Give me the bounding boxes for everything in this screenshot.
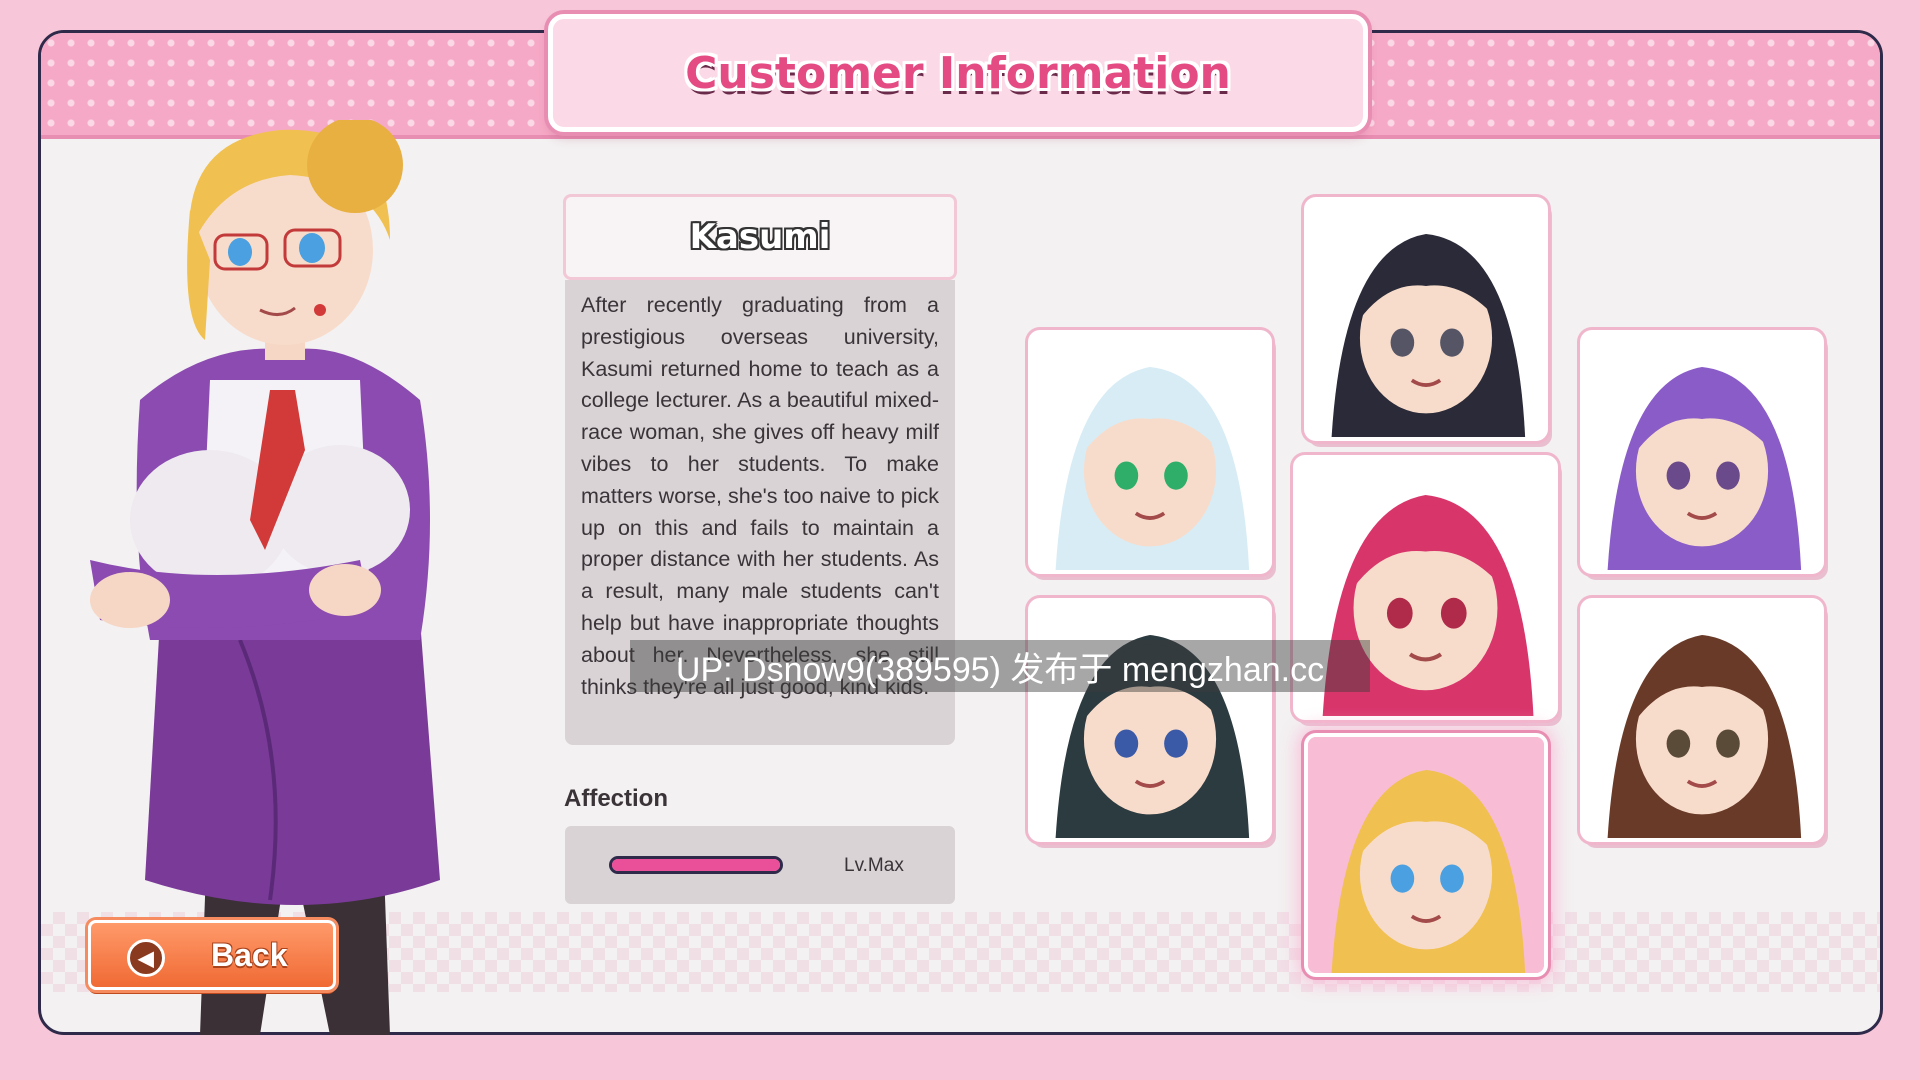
affection-panel: Lv.Max <box>565 826 955 904</box>
portrait-face <box>1308 201 1544 437</box>
portrait-purple-hair[interactable] <box>1580 330 1824 574</box>
portrait-white-hair[interactable] <box>1028 330 1272 574</box>
portrait-face <box>1584 334 1820 570</box>
portrait-kasumi[interactable] <box>1304 733 1548 977</box>
title-plate: Customer Information <box>548 14 1368 132</box>
portrait-police[interactable] <box>1304 197 1548 441</box>
affection-level: Lv.Max <box>844 855 904 876</box>
portrait-dark-teal[interactable] <box>1028 598 1272 842</box>
character-illustration <box>90 117 510 1035</box>
character-name: Kasumi <box>689 217 831 257</box>
watermark-text: UP: Dsnow9(389595) 发布于 mengzhan.cc <box>675 650 1325 689</box>
character-name-plate: Kasumi <box>563 194 957 280</box>
affection-label: Affection <box>564 785 668 812</box>
affection-bar-fill <box>612 859 780 871</box>
affection-bar <box>609 856 783 874</box>
back-button[interactable]: ◀ Back <box>88 920 336 990</box>
portrait-face <box>1032 334 1268 570</box>
page-title: Customer Information <box>685 47 1231 99</box>
portrait-face <box>1308 737 1544 973</box>
watermark: UP: Dsnow9(389595) 发布于 mengzhan.cc <box>630 640 1370 692</box>
portrait-face <box>1584 602 1820 838</box>
back-arrow-icon: ◀ <box>127 939 165 977</box>
portrait-brown-glasses[interactable] <box>1580 598 1824 842</box>
back-button-label: Back <box>211 937 288 973</box>
portrait-face <box>1032 602 1268 838</box>
